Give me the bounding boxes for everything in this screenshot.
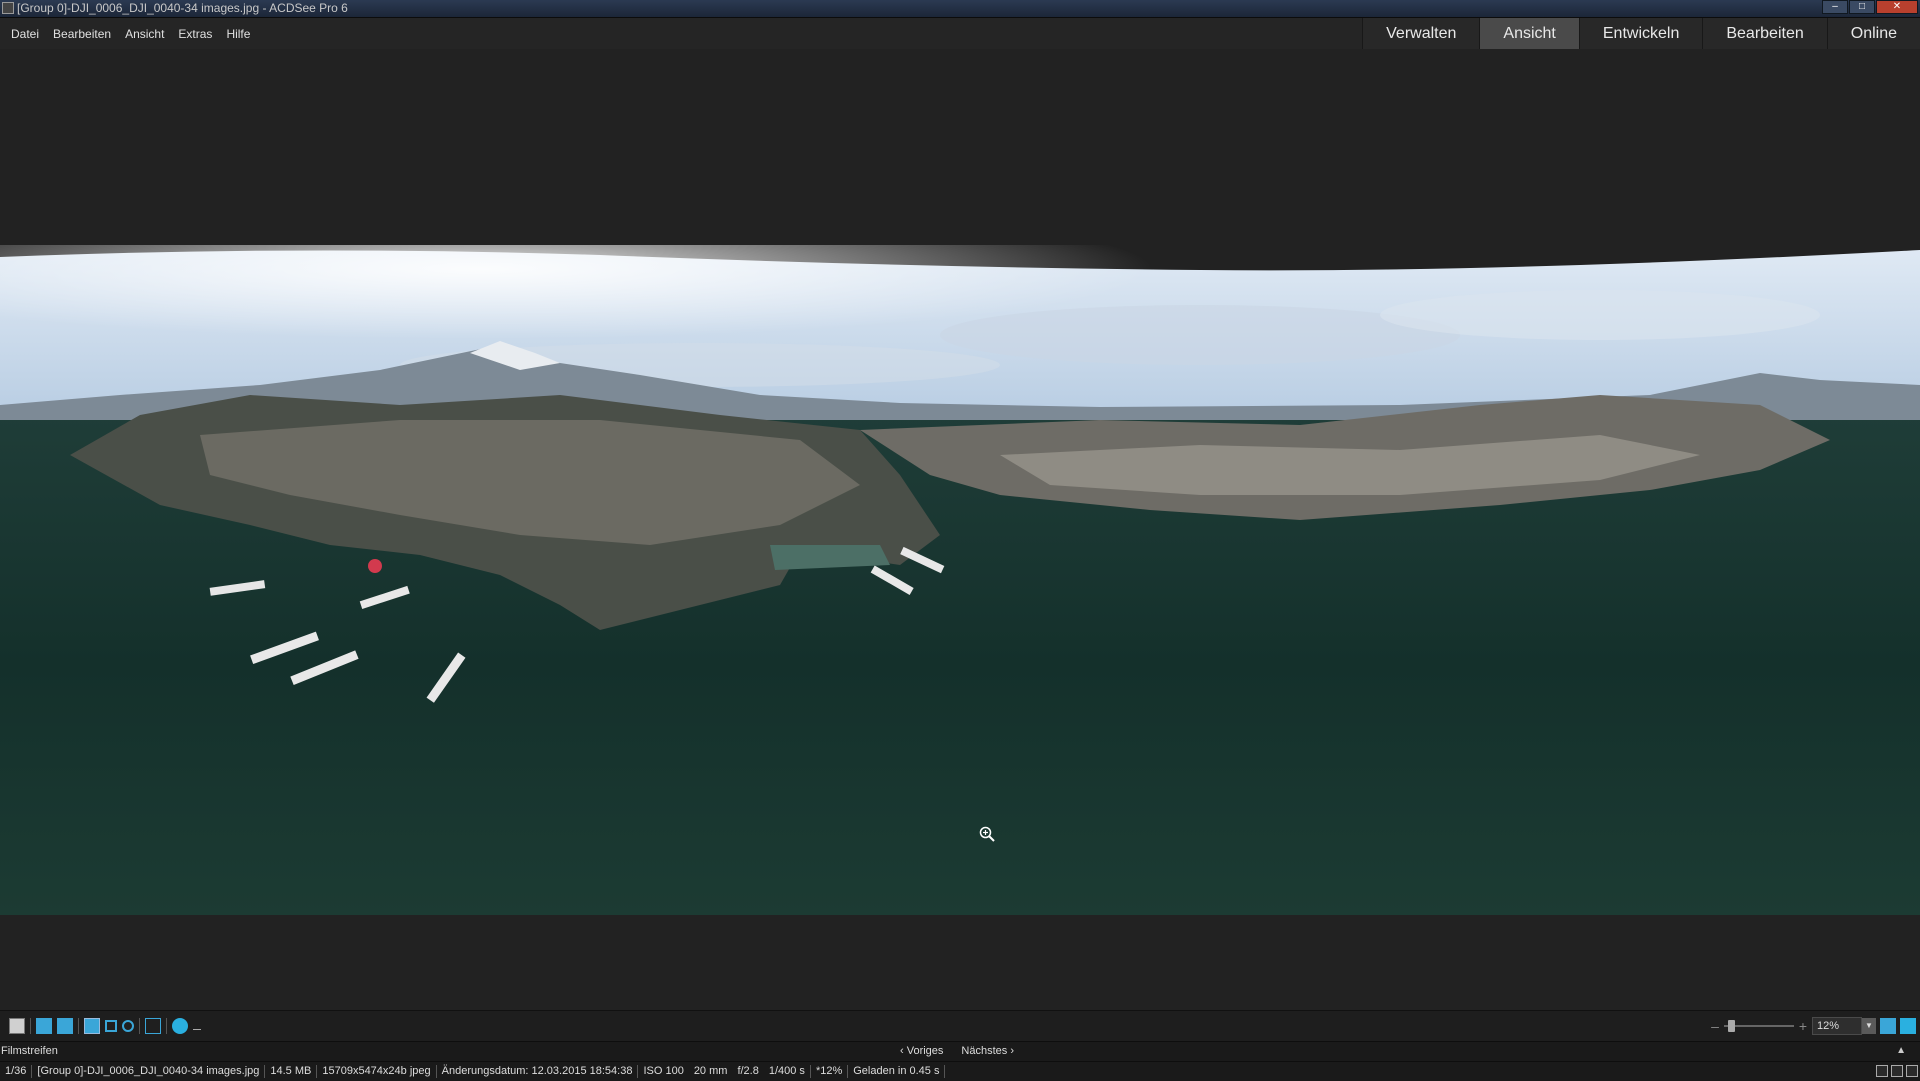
menu-bearbeiten[interactable]: Bearbeiten: [53, 27, 111, 41]
folder-icon[interactable]: [9, 1018, 25, 1034]
filmstrip-bar: Filmstreifen ‹ Voriges Nächstes › ▲: [0, 1041, 1920, 1061]
toolbar-separator: [166, 1018, 167, 1034]
toolbar-separator: [30, 1018, 31, 1034]
tab-online[interactable]: Online: [1826, 18, 1920, 49]
viewer-toolbar: – + 12% ▼: [0, 1010, 1920, 1041]
mode-tabs: Verwalten Ansicht Entwickeln Bearbeiten …: [1362, 18, 1920, 49]
status-icons: [1876, 1065, 1918, 1077]
color-tool-icon[interactable]: [172, 1018, 188, 1034]
select-tool-icon[interactable]: [105, 1020, 117, 1032]
zoom-slider[interactable]: [1724, 1020, 1794, 1032]
maximize-button[interactable]: □: [1849, 0, 1875, 14]
menu-ansicht[interactable]: Ansicht: [125, 27, 164, 41]
image-navigation: ‹ Voriges Nächstes ›: [900, 1045, 1014, 1057]
zoom-dropdown-button[interactable]: ▼: [1862, 1018, 1876, 1034]
hand-tool-icon[interactable]: [84, 1018, 100, 1034]
zoom-slider-handle[interactable]: [1728, 1020, 1735, 1032]
iso-value: ISO 100: [643, 1065, 684, 1077]
zoom-level-input[interactable]: 12%: [1812, 1017, 1862, 1035]
tag-icon[interactable]: [1876, 1065, 1888, 1077]
next-image-button[interactable]: Nächstes ›: [961, 1045, 1014, 1057]
focal-length: 20 mm: [693, 1065, 728, 1077]
chevron-down-icon[interactable]: [193, 1022, 201, 1030]
zoom-in-button[interactable]: +: [1798, 1018, 1808, 1034]
zoom-control: – + 12% ▼: [1710, 1017, 1920, 1035]
toolbar-separator: [139, 1018, 140, 1034]
window-controls: – □ ✕: [1822, 0, 1918, 14]
load-time: Geladen in 0.45 s: [848, 1065, 946, 1078]
title-bar: [Group 0]-DJI_0006_DJI_0040-34 images.jp…: [0, 0, 1920, 18]
shutter-speed: 1/400 s: [764, 1065, 811, 1078]
file-name: [Group 0]-DJI_0006_DJI_0040-34 images.jp…: [32, 1065, 266, 1078]
window-title: [Group 0]-DJI_0006_DJI_0040-34 images.jp…: [17, 1, 348, 15]
resize-icon[interactable]: [145, 1018, 161, 1034]
image-dimensions: 15709x5474x24b jpeg: [317, 1065, 437, 1078]
close-button[interactable]: ✕: [1876, 0, 1918, 14]
file-size: 14.5 MB: [265, 1065, 318, 1078]
check-icon[interactable]: [1906, 1065, 1918, 1077]
expand-filmstrip-button[interactable]: ▲: [1896, 1045, 1906, 1056]
viewer-tools: [9, 1018, 201, 1034]
status-bar: 1/36 [Group 0]-DJI_0006_DJI_0040-34 imag…: [0, 1061, 1920, 1081]
zoom-out-button[interactable]: –: [1710, 1018, 1720, 1034]
zoom-status: *12%: [811, 1065, 849, 1078]
tab-entwickeln[interactable]: Entwickeln: [1578, 18, 1703, 49]
app-icon[interactable]: [2, 2, 14, 14]
minimize-button[interactable]: –: [1822, 0, 1848, 14]
menu-datei[interactable]: Datei: [11, 27, 39, 41]
toolbar-separator: [78, 1018, 79, 1034]
image-viewer[interactable]: [0, 49, 1920, 1010]
filmstrip-label[interactable]: Filmstreifen: [1, 1045, 58, 1057]
edit-icon[interactable]: [1891, 1065, 1903, 1077]
tab-bearbeiten[interactable]: Bearbeiten: [1702, 18, 1827, 49]
menu-extras[interactable]: Extras: [178, 27, 212, 41]
panorama-image[interactable]: [0, 245, 1920, 915]
actual-size-icon[interactable]: [1900, 1018, 1916, 1034]
previous-image-button[interactable]: ‹ Voriges: [900, 1045, 943, 1057]
rotate-left-icon[interactable]: [36, 1018, 52, 1034]
zoom-tool-icon[interactable]: [122, 1020, 134, 1032]
zoom-in-icon: [979, 826, 995, 842]
image-index: 1/36: [0, 1065, 33, 1078]
tab-verwalten[interactable]: Verwalten: [1362, 18, 1480, 49]
rotate-right-icon[interactable]: [57, 1018, 73, 1034]
aperture: f/2.8: [737, 1065, 759, 1077]
fit-to-window-icon[interactable]: [1880, 1018, 1896, 1034]
modified-date: Änderungsdatum: 12.03.2015 18:54:38: [437, 1065, 639, 1078]
tab-ansicht[interactable]: Ansicht: [1479, 18, 1579, 49]
menu-hilfe[interactable]: Hilfe: [226, 27, 250, 41]
main-menu: Datei Bearbeiten Ansicht Extras Hilfe: [4, 27, 257, 41]
